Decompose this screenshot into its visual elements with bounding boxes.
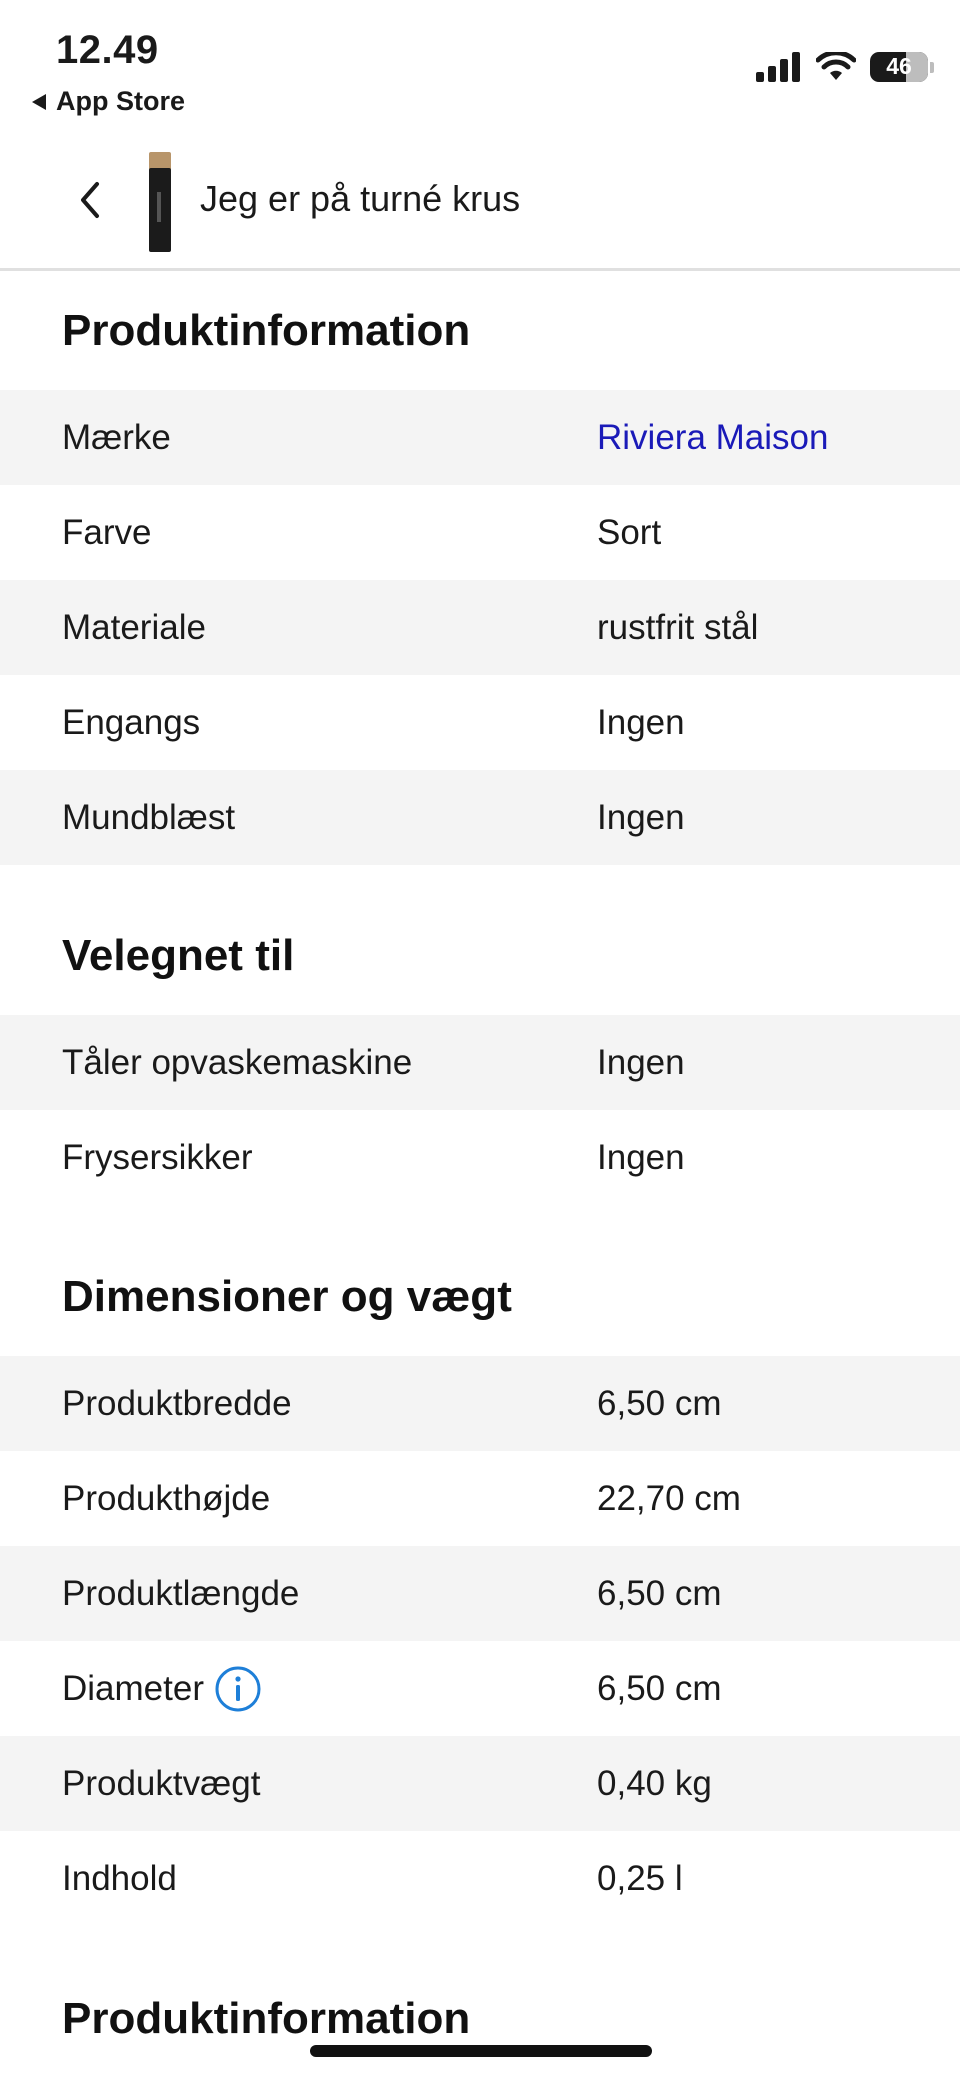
spec-value: 22,70 cm xyxy=(597,1478,741,1518)
spec-row: Produkthøjde 22,70 cm xyxy=(0,1451,960,1546)
spec-label: Engangs xyxy=(62,702,201,742)
info-icon[interactable] xyxy=(214,1665,262,1713)
spec-label-with-info: Diameter xyxy=(62,1665,262,1713)
spec-row: Mundblæst Ingen xyxy=(0,770,960,865)
spec-value: 6,50 cm xyxy=(597,1573,722,1613)
spec-row: Farve Sort xyxy=(0,485,960,580)
wifi-icon xyxy=(816,52,856,80)
spec-label: Produkthøjde xyxy=(62,1478,271,1518)
spec-row: Produktbredde 6,50 cm xyxy=(0,1356,960,1451)
system-icons: 46 xyxy=(756,52,934,82)
spec-row: Indhold 0,25 l xyxy=(0,1831,960,1926)
section-title-produktinformation: Produktinformation xyxy=(62,306,471,355)
spec-value: 0,25 l xyxy=(597,1858,683,1898)
spec-row: Tåler opvaskemaskine Ingen xyxy=(0,1015,960,1110)
spec-label: Produktbredde xyxy=(62,1383,292,1423)
spec-label: Indhold xyxy=(62,1858,177,1898)
spec-label-text: Diameter xyxy=(62,1668,204,1708)
spec-row: Engangs Ingen xyxy=(0,675,960,770)
spec-label: Frysersikker xyxy=(62,1137,253,1177)
back-app-label: App Store xyxy=(56,86,186,116)
spec-row: Produktlængde 6,50 cm xyxy=(0,1546,960,1641)
spec-row: Produktvægt 0,40 kg xyxy=(0,1736,960,1831)
spec-label: Farve xyxy=(62,512,152,552)
spec-value: Ingen xyxy=(597,1137,685,1177)
spec-value: 6,50 cm xyxy=(597,1668,722,1708)
spec-value: Sort xyxy=(597,512,662,552)
spec-row: Diameter 6,50 cm xyxy=(0,1641,960,1736)
spec-label: Mundblæst xyxy=(62,797,236,837)
spec-label: Tåler opvaskemaskine xyxy=(62,1042,413,1082)
status-bar: 12.49 App Store 46 xyxy=(0,0,960,140)
chevron-left-icon xyxy=(81,182,99,218)
spec-value: 6,50 cm xyxy=(597,1383,722,1423)
spec-label: Produktvægt xyxy=(62,1763,261,1803)
battery-icon: 46 xyxy=(870,52,928,82)
battery-level: 46 xyxy=(886,53,912,79)
spec-value: rustfrit stål xyxy=(597,607,759,647)
cellular-signal-icon xyxy=(756,52,800,82)
home-indicator xyxy=(310,2045,652,2057)
back-to-app-link[interactable]: App Store xyxy=(32,86,185,117)
spec-label: Materiale xyxy=(62,607,206,647)
spec-row: Materiale rustfrit stål xyxy=(0,580,960,675)
header-title: Jeg er på turné krus xyxy=(200,178,521,219)
section-title-produktinformation-2: Produktinformation xyxy=(62,1994,471,2043)
spec-label: Mærke xyxy=(62,417,171,457)
spec-row: Frysersikker Ingen xyxy=(0,1110,960,1205)
section-title-velegnet-til: Velegnet til xyxy=(62,931,295,980)
status-time: 12.49 xyxy=(56,28,159,72)
spec-value: 0,40 kg xyxy=(597,1763,712,1803)
spec-label: Produktlængde xyxy=(62,1573,300,1613)
spec-value: Ingen xyxy=(597,1042,685,1082)
back-button[interactable] xyxy=(66,176,114,224)
brand-link[interactable]: Riviera Maison xyxy=(597,418,828,458)
product-thumbnail xyxy=(149,152,171,252)
product-header: Jeg er på turné krus xyxy=(0,140,960,271)
back-triangle-icon xyxy=(32,93,46,110)
spec-value: Ingen xyxy=(597,797,685,837)
spec-row: Mærke Riviera Maison xyxy=(0,390,960,485)
section-title-dimensioner: Dimensioner og vægt xyxy=(62,1272,512,1321)
spec-value: Ingen xyxy=(597,702,685,742)
